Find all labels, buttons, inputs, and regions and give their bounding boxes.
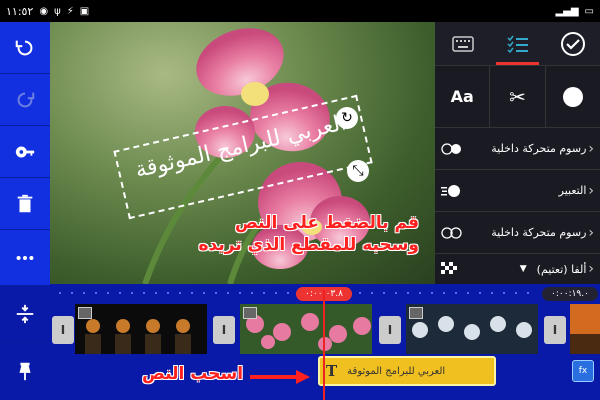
clip-1-frames [75, 304, 207, 354]
fx-icon[interactable]: fx [572, 360, 594, 382]
scissors-icon: ✂ [509, 84, 526, 109]
usb-icon: ψ [54, 5, 61, 17]
option-inner-animation[interactable]: رسوم متحركة داخلية › [435, 128, 600, 170]
text-layer-clip[interactable]: T العربي للبرامج الموثوقة [318, 356, 496, 386]
undo-icon [15, 40, 33, 55]
status-bar: ١١:٥٢ ◉ ψ ⚡ ▣ ▂▄▆ ▭ [0, 0, 600, 22]
speed-icon [441, 184, 460, 197]
panel-tabs [435, 22, 600, 66]
chevron-right-icon: › [588, 140, 594, 157]
battery-icon: ▭ [584, 5, 594, 17]
left-toolbar [0, 22, 50, 400]
arrow-right-icon [250, 370, 310, 384]
video-clip-4[interactable] [570, 304, 600, 354]
clip-2-frames [240, 304, 372, 354]
clip-thumbnail-icon [243, 307, 257, 319]
charging-icon: ⚡ [66, 5, 74, 17]
press-hint: قم بالضغط على النص وسحبه للمقطع الذي تري… [199, 212, 419, 256]
option-alpha[interactable]: ▼ ألفا (تعتيم) › [435, 254, 600, 284]
more-button[interactable] [0, 230, 50, 286]
video-clip-1[interactable] [75, 304, 207, 354]
redo-button[interactable] [0, 74, 50, 126]
status-time: ١١:٥٢ [6, 4, 34, 18]
tab-list[interactable] [490, 22, 545, 65]
check-icon [560, 31, 585, 56]
option-expression[interactable]: التعبير › [435, 170, 600, 212]
clip-thumbnail-icon [78, 307, 92, 319]
split-icon [16, 304, 34, 323]
text-style-label: Aa [450, 87, 474, 106]
tab-check[interactable] [545, 22, 600, 65]
video-clip-3[interactable] [406, 304, 538, 354]
signal-icon: ▂▄▆ [555, 5, 579, 17]
clip-4-frames [570, 304, 600, 354]
trash-icon [17, 194, 33, 212]
key-button[interactable] [0, 126, 50, 178]
list-icon [506, 35, 528, 53]
option-label: ألفا (تعتيم) [536, 262, 587, 276]
video-preview[interactable]: العربي للبرامج الموثوقة ↻ ⤡ قم بالضغط عل… [50, 22, 435, 284]
toggle-icon [441, 226, 462, 239]
circle-icon [562, 86, 583, 107]
hint-line-2: وسحبه للمقطع الذي تريده [198, 235, 419, 255]
tab-keyboard[interactable] [435, 22, 490, 65]
pin-button[interactable] [0, 342, 50, 400]
dropdown-icon: ▼ [519, 264, 527, 274]
redo-icon [17, 92, 35, 107]
option-label: التعبير [558, 184, 587, 197]
rotate-icon: ↻ [341, 110, 353, 126]
chevron-right-icon: › [588, 261, 594, 277]
resize-icon: ⤡ [352, 163, 364, 179]
hint-line-1: قم بالضغط على النص [234, 213, 419, 233]
keyboard-icon [451, 35, 474, 52]
tool-row: Aa ✂ [435, 66, 600, 128]
text-layer-label: العربي للبرامج الموثوقة [347, 365, 446, 377]
option-inner-animation-2[interactable]: رسوم متحركة داخلية › [435, 212, 600, 254]
timeline[interactable]: ٠:٠٠:٠٣.٨ ٠:٠٠:١٩.٠ I I I [50, 284, 600, 400]
clip-thumbnail-icon [409, 307, 423, 319]
text-style-button[interactable]: Aa [435, 66, 491, 127]
resize-handle[interactable]: ⤡ [347, 160, 369, 182]
option-label: رسوم متحركة داخلية [491, 226, 587, 239]
chevron-right-icon: › [588, 182, 594, 199]
shape-button[interactable] [546, 66, 600, 127]
clip-handle-left[interactable]: I [52, 316, 74, 344]
key-icon [15, 146, 35, 157]
undo-button[interactable] [0, 22, 50, 74]
text-layer-icon: T [326, 362, 338, 380]
right-panel: Aa ✂ رسوم متحركة داخلية › التعبير › رسوم… [435, 22, 600, 284]
video-clip-2[interactable] [240, 304, 372, 354]
whatsapp-icon: ◉ [39, 5, 49, 17]
pin-icon [19, 362, 31, 381]
split-button[interactable] [0, 286, 50, 342]
end-time: ٠:٠٠:١٩.٠ [542, 287, 598, 301]
alpha-icon [441, 262, 457, 274]
chevron-right-icon: › [588, 224, 594, 241]
more-icon [16, 255, 34, 260]
clip-3-frames [406, 304, 538, 354]
drag-hint: اسحب النص [142, 364, 244, 384]
rotate-handle[interactable]: ↻ [336, 107, 358, 129]
delete-button[interactable] [0, 178, 50, 230]
transition-1[interactable]: I [213, 316, 235, 344]
option-label: رسوم متحركة داخلية [491, 142, 587, 155]
transition-2[interactable]: I [379, 316, 401, 344]
toggle-icon [441, 142, 461, 155]
playhead[interactable] [323, 290, 325, 400]
transition-3[interactable]: I [544, 316, 566, 344]
cut-button[interactable]: ✂ [490, 66, 546, 127]
image-icon: ▣ [79, 5, 90, 17]
